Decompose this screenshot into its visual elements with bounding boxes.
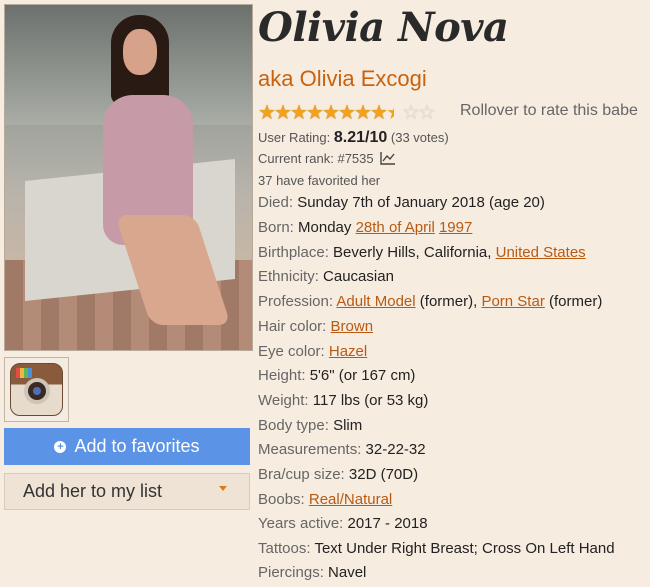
- detail-born: Born: Monday 28th of April 1997: [258, 219, 473, 236]
- detail-hair: Hair color: Brown: [258, 318, 374, 335]
- caret-down-icon: [219, 486, 227, 491]
- born-date-link[interactable]: 28th of April: [356, 219, 435, 236]
- detail-profession: Profession: Adult Model (former), Porn S…: [258, 293, 603, 310]
- line-chart-icon[interactable]: [380, 151, 396, 165]
- detail-eye: Eye color: Hazel: [258, 343, 368, 360]
- current-rank: Current rank: #7535: [258, 151, 396, 166]
- profession-link-model[interactable]: Adult Model: [336, 293, 415, 310]
- detail-weight: Weight: 117 lbs (or 53 kg): [258, 392, 429, 409]
- detail-measurements: Measurements: 32-22-32: [258, 441, 426, 458]
- detail-boobs: Boobs: Real/Natural: [258, 491, 393, 508]
- detail-ethnicity: Ethnicity: Caucasian: [258, 268, 394, 285]
- star-icon[interactable]: ★: [322, 101, 340, 123]
- add-to-list-label: Add her to my list: [23, 481, 163, 501]
- star-icon[interactable]: ★: [274, 101, 292, 123]
- rating-stars[interactable]: ★ ★ ★ ★ ★ ★ ★ ★ ★ ☆ ☆: [258, 101, 436, 123]
- star-icon[interactable]: ★: [370, 101, 388, 123]
- star-icon[interactable]: ★: [338, 101, 356, 123]
- star-empty-icon[interactable]: ☆: [402, 101, 420, 123]
- hair-link[interactable]: Brown: [331, 318, 374, 335]
- detail-died: Died: Sunday 7th of January 2018 (age 20…: [258, 194, 545, 211]
- profile-photo[interactable]: [4, 4, 253, 351]
- user-rating: User Rating: 8.21/10 (33 votes): [258, 129, 449, 146]
- rate-hint: Rollover to rate this babe: [460, 102, 638, 119]
- detail-body-type: Body type: Slim: [258, 417, 363, 434]
- detail-height: Height: 5'6" (or 167 cm): [258, 367, 416, 384]
- star-half-icon[interactable]: ★: [386, 101, 404, 123]
- detail-bra-size: Bra/cup size: 32D (70D): [258, 466, 419, 483]
- instagram-icon: [10, 363, 63, 416]
- add-to-favorites-button[interactable]: + Add to favorites: [4, 428, 250, 465]
- photo-figure: [93, 15, 231, 335]
- country-link[interactable]: United States: [496, 244, 586, 261]
- favorited-count: 37 have favorited her: [258, 173, 381, 188]
- profession-link-star[interactable]: Porn Star: [481, 293, 544, 310]
- profile-name: Olivia Nova: [258, 4, 509, 51]
- star-icon[interactable]: ★: [258, 101, 276, 123]
- profile-aka: aka Olivia Excogi: [258, 66, 427, 91]
- detail-birthplace: Birthplace: Beverly Hills, California, U…: [258, 244, 586, 261]
- detail-years-active: Years active: 2017 - 2018: [258, 515, 428, 532]
- add-to-favorites-label: Add to favorites: [74, 436, 200, 456]
- detail-piercings: Piercings: Navel: [258, 564, 367, 581]
- detail-tattoos: Tattoos: Text Under Right Breast; Cross …: [258, 540, 615, 557]
- rating-value: 8.21/10: [333, 129, 388, 146]
- boobs-link[interactable]: Real/Natural: [309, 491, 392, 508]
- instagram-link[interactable]: [4, 357, 69, 422]
- add-to-list-dropdown[interactable]: Add her to my list: [4, 473, 250, 510]
- eye-link[interactable]: Hazel: [329, 343, 367, 360]
- star-icon[interactable]: ★: [354, 101, 372, 123]
- star-empty-icon[interactable]: ☆: [418, 101, 436, 123]
- born-year-link[interactable]: 1997: [439, 219, 472, 236]
- star-icon[interactable]: ★: [306, 101, 324, 123]
- star-icon[interactable]: ★: [290, 101, 308, 123]
- plus-circle-icon: +: [54, 440, 67, 453]
